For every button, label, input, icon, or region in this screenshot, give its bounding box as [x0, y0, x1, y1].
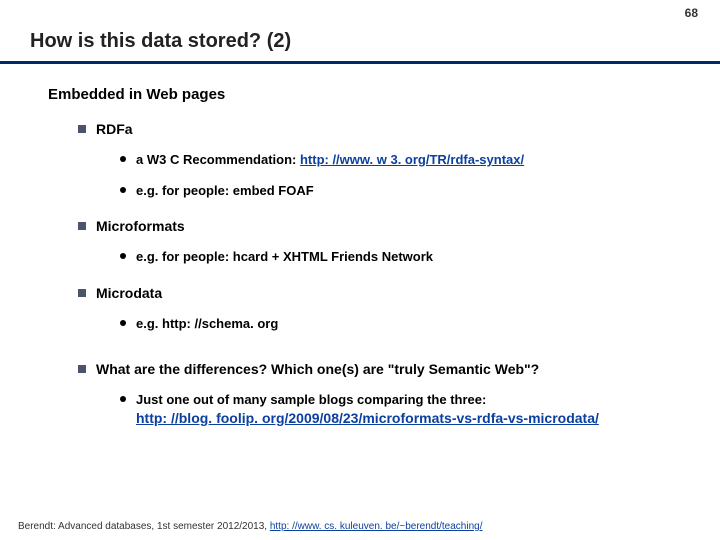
- list-item-label: Microdata: [96, 285, 162, 301]
- list-item: What are the differences? Which one(s) a…: [48, 361, 702, 377]
- subitem-prefix: Just one out of many sample blogs compar…: [136, 392, 486, 407]
- dot-bullet-icon: [120, 156, 126, 162]
- list-item-label: RDFa: [96, 121, 133, 137]
- list-subitem: e.g. http: //schema. org: [48, 315, 702, 333]
- subitem-link[interactable]: http: //blog. foolip. org/2009/08/23/mic…: [136, 410, 599, 426]
- list-subitem-text: e.g. for people: embed FOAF: [136, 182, 314, 200]
- list-item-label: Microformats: [96, 218, 185, 234]
- list-subitem: a W3 C Recommendation: http: //www. w 3.…: [48, 151, 702, 169]
- square-bullet-icon: [78, 125, 86, 133]
- list-subitem: e.g. for people: embed FOAF: [48, 182, 702, 200]
- footer-link[interactable]: http: //www. cs. kuleuven. be/~berendt/t…: [270, 521, 483, 532]
- square-bullet-icon: [78, 365, 86, 373]
- list-item: RDFa: [48, 121, 702, 137]
- square-bullet-icon: [78, 222, 86, 230]
- dot-bullet-icon: [120, 187, 126, 193]
- content-area: Embedded in Web pages RDFa a W3 C Recomm…: [0, 86, 720, 428]
- dot-bullet-icon: [120, 253, 126, 259]
- list-subitem-text: a W3 C Recommendation: http: //www. w 3.…: [136, 151, 524, 169]
- list-subitem-text: e.g. http: //schema. org: [136, 315, 278, 333]
- footer-text: Berendt: Advanced databases, 1st semeste…: [18, 521, 270, 532]
- title-rule: [0, 61, 720, 64]
- square-bullet-icon: [78, 289, 86, 297]
- list-subitem: e.g. for people: hcard + XHTML Friends N…: [48, 248, 702, 266]
- list-item: Microformats: [48, 218, 702, 234]
- subitem-prefix: a W3 C Recommendation:: [136, 152, 300, 167]
- list-item-label: What are the differences? Which one(s) a…: [96, 361, 539, 377]
- footer: Berendt: Advanced databases, 1st semeste…: [18, 521, 702, 532]
- subitem-link[interactable]: http: //www. w 3. org/TR/rdfa-syntax/: [300, 152, 524, 167]
- list-subitem: Just one out of many sample blogs compar…: [48, 391, 702, 427]
- list-item: Microdata: [48, 285, 702, 301]
- list-subitem-text: e.g. for people: hcard + XHTML Friends N…: [136, 248, 433, 266]
- section-heading: Embedded in Web pages: [48, 86, 702, 103]
- dot-bullet-icon: [120, 396, 126, 402]
- list-subitem-text: Just one out of many sample blogs compar…: [136, 391, 599, 427]
- dot-bullet-icon: [120, 320, 126, 326]
- slide-title: How is this data stored? (2): [0, 0, 720, 61]
- page-number: 68: [685, 6, 698, 20]
